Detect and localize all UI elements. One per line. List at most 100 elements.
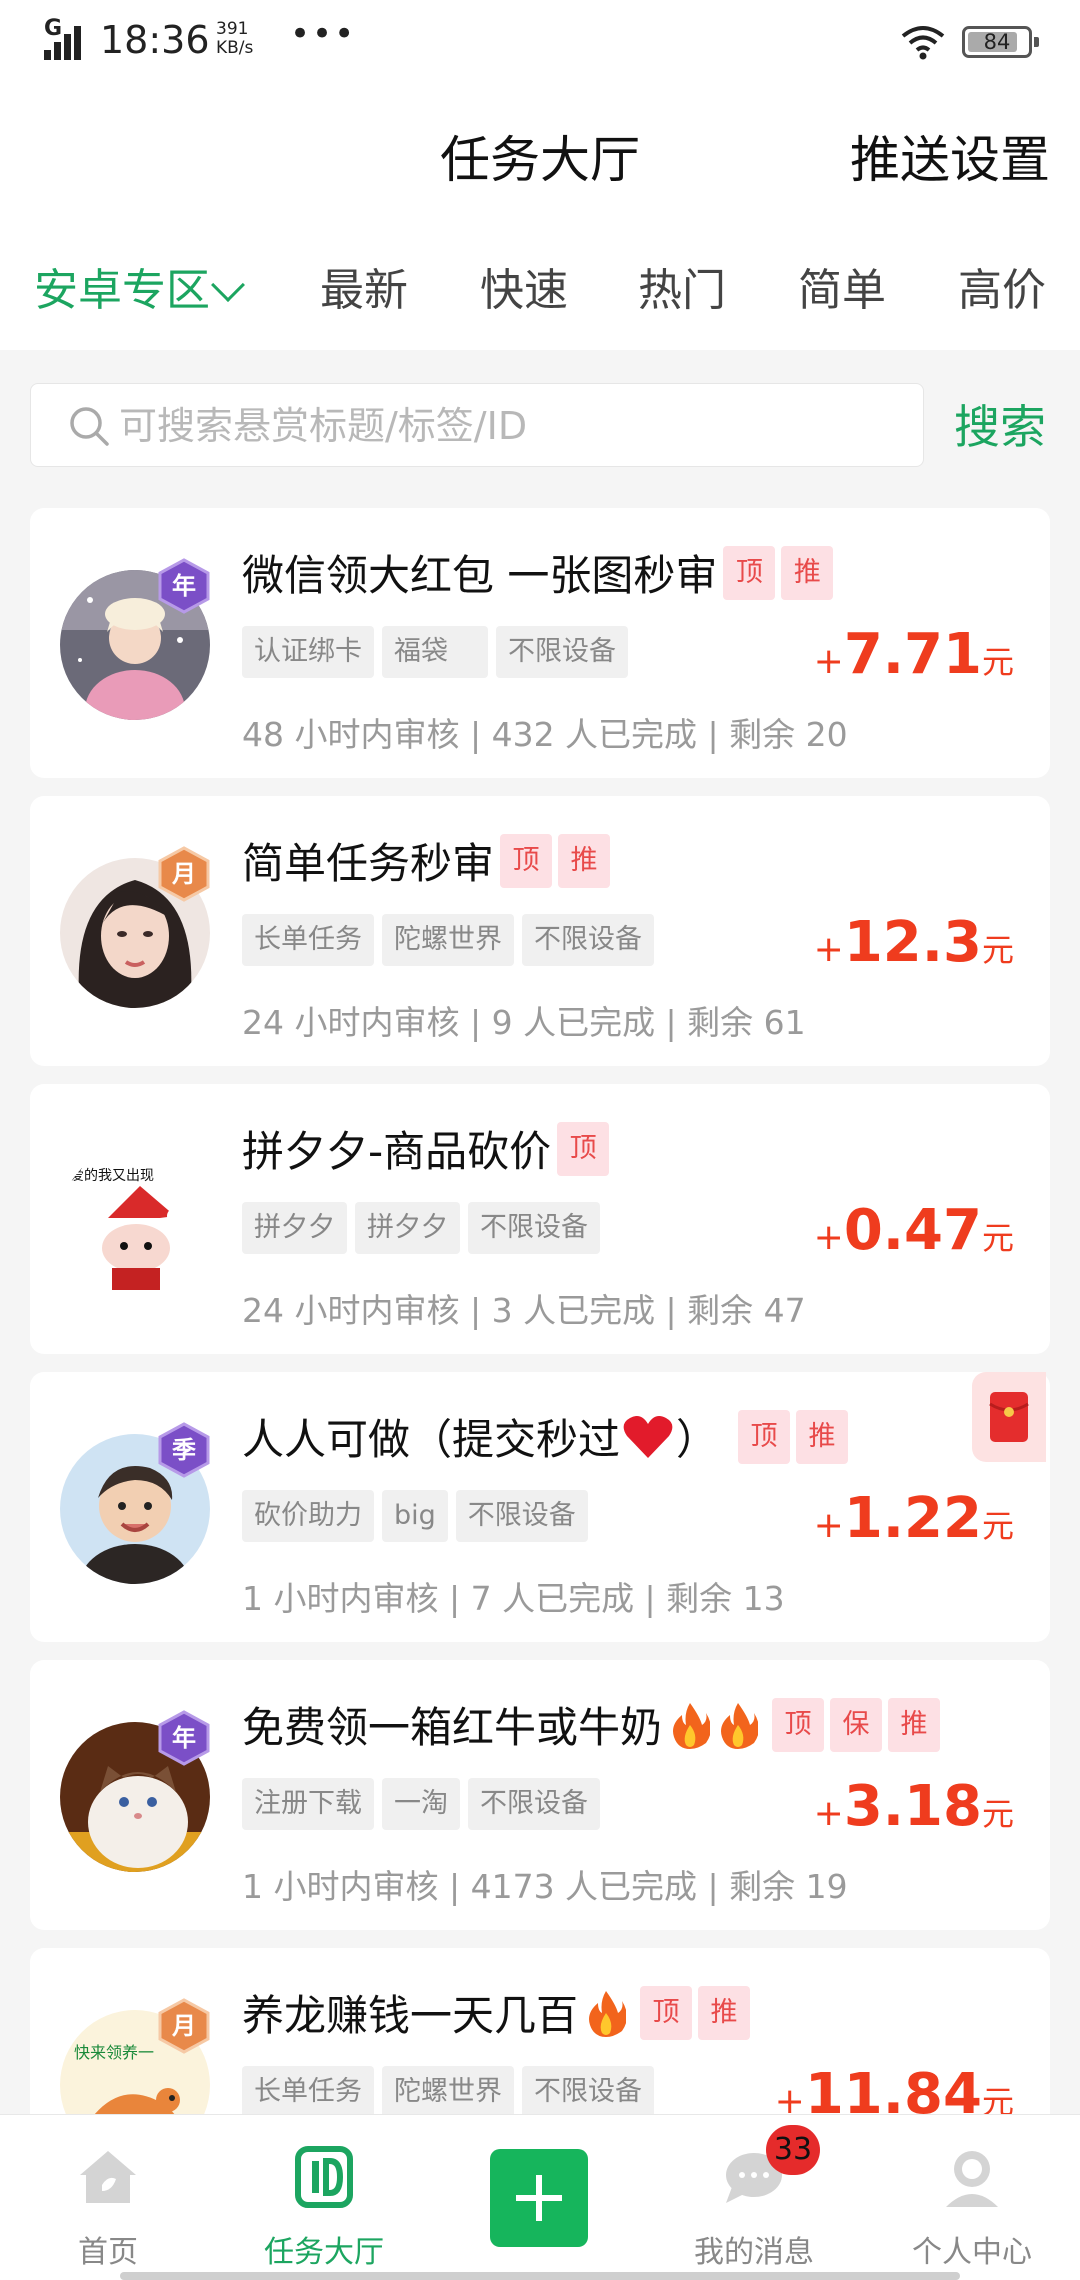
task-card[interactable]: 年 微信领大红包 一张图秒审 顶 推 认证绑卡 福袋 不限设备 +7.71元 4… (30, 508, 1050, 778)
heart-icon (623, 1415, 673, 1458)
tag: 陀螺世界 (382, 914, 514, 966)
flag-recommend: 推 (781, 545, 834, 600)
tag: 砍价助力 (242, 1490, 374, 1542)
tag-list: 拼夕夕 拼夕夕 不限设备 (242, 1202, 608, 1254)
chevron-down-icon (211, 268, 245, 302)
task-card[interactable]: 爱的我又出现 拼夕夕-商品砍价 顶 拼夕夕 拼夕夕 不限设备 +0.47元 24… (30, 1084, 1050, 1354)
red-envelope-icon (989, 1392, 1029, 1442)
tag: 长单任务 (242, 914, 374, 966)
svg-text:快来领养一: 快来领养一 (74, 2043, 154, 2062)
unread-badge: 33 (766, 2125, 820, 2175)
task-card[interactable]: 快来领养一 月 养龙赚钱一天几百 顶 推 长单任务 陀螺世界 不限设备 +11.… (30, 1948, 1050, 2114)
reward-price: +12.3元 (813, 910, 1014, 975)
battery-icon: 84 (962, 26, 1039, 58)
task-meta: 24 小时内审核 | 9 人已完成 | 剩余 61 (242, 1003, 806, 1042)
search-input[interactable] (119, 398, 899, 454)
more-dots-icon: ••• (290, 14, 357, 54)
task-card[interactable]: 年 免费领一箱红牛或牛奶 顶 保 推 注册下载 一淘 不限设备 +3.18元 1… (30, 1660, 1050, 1930)
tag: 一淘 (382, 1778, 460, 1830)
tag: 注册下载 (242, 1778, 374, 1830)
flag-top: 顶 (640, 1985, 693, 2040)
push-settings-button[interactable]: 推送设置 (850, 120, 1050, 192)
bottom-nav: 首页 任务大厅 33 我的消息 个人中心 (0, 2114, 1080, 2280)
member-badge: 月 (156, 1998, 212, 2054)
task-title: 人人可做（提交秒过 ） 顶 推 (242, 1406, 849, 1467)
flag-recommend: 推 (888, 1697, 941, 1752)
tab-high-price[interactable]: 高价 (958, 254, 1046, 318)
reward-price: +7.71元 (813, 622, 1014, 687)
tag-list: 认证绑卡 福袋 不限设备 (242, 626, 636, 678)
reward-price: +1.22元 (813, 1486, 1014, 1551)
tag-list: 长单任务 陀螺世界 不限设备 (242, 914, 662, 966)
tab-fast[interactable]: 快速 (480, 254, 568, 318)
tag: 不限设备 (496, 626, 628, 678)
member-badge: 月 (156, 846, 212, 902)
task-card[interactable]: 季 人人可做（提交秒过 ） 顶 推 砍价助力 big 不限设备 +1.22元 1… (30, 1372, 1050, 1642)
nav-home[interactable]: 首页 (28, 2115, 188, 2280)
tag: 不限设备 (522, 2066, 654, 2114)
fire-icon (673, 1702, 711, 1749)
plus-icon (516, 2175, 562, 2221)
flag-top: 顶 (557, 1121, 610, 1176)
flag-top: 顶 (500, 833, 553, 888)
flag-recommend: 推 (796, 1409, 849, 1464)
flag-top: 顶 (772, 1697, 825, 1752)
reward-price: +11.84元 (774, 2062, 1014, 2114)
tab-hot[interactable]: 热门 (638, 254, 726, 318)
task-title: 养龙赚钱一天几百 顶 推 (242, 1982, 751, 2043)
flag-recommend: 推 (698, 1985, 751, 2040)
home-indicator (120, 2272, 960, 2280)
nav-profile[interactable]: 个人中心 (892, 2115, 1052, 2280)
flag-recommend: 推 (558, 833, 611, 888)
tag: 福袋 (382, 626, 488, 678)
flag-guarantee: 保 (830, 1697, 883, 1752)
tag: 陀螺世界 (382, 2066, 514, 2114)
red-packet-button[interactable] (972, 1372, 1046, 1462)
tab-simple[interactable]: 简单 (798, 254, 886, 318)
nav-task-hall[interactable]: 任务大厅 (244, 2115, 404, 2280)
task-hall-icon (295, 2146, 353, 2208)
publish-task-button[interactable] (490, 2149, 588, 2247)
task-card[interactable]: 月 简单任务秒审 顶 推 长单任务 陀螺世界 不限设备 +12.3元 24 小时… (30, 796, 1050, 1066)
app-header: 任务大厅 推送设置 (0, 80, 1080, 230)
reward-price: +0.47元 (813, 1198, 1014, 1263)
search-row: 搜索 (0, 355, 1080, 475)
svg-text:爱的我又出现: 爱的我又出现 (70, 1168, 154, 1184)
member-badge: 年 (156, 1710, 212, 1766)
tag-list: 长单任务 陀螺世界 不限设备 (242, 2066, 662, 2114)
tag: 不限设备 (468, 1202, 600, 1254)
tab-newest[interactable]: 最新 (320, 254, 408, 318)
tab-android-zone[interactable]: 安卓专区 (34, 254, 245, 318)
wifi-icon (901, 26, 945, 60)
search-box (30, 383, 924, 467)
task-meta: 24 小时内审核 | 3 人已完成 | 剩余 47 (242, 1291, 806, 1330)
member-badge: 季 (156, 1422, 212, 1478)
status-bar: G 18:36 391 KB/s ••• 84 (0, 0, 1080, 80)
category-tabs: 安卓专区 最新 快速 热门 简单 高价 (0, 230, 1080, 350)
tag-list: 砍价助力 big 不限设备 (242, 1490, 596, 1542)
nav-messages[interactable]: 33 我的消息 (674, 2115, 834, 2280)
tag: 拼夕夕 (242, 1202, 347, 1254)
profile-icon (946, 2151, 998, 2207)
fire-icon (721, 1702, 759, 1749)
home-icon (80, 2151, 136, 2203)
search-icon (70, 407, 109, 446)
fire-icon (589, 1990, 627, 2037)
tag: 不限设备 (468, 1778, 600, 1830)
net-speed: 391 KB/s (216, 19, 254, 58)
flag-top: 顶 (723, 545, 776, 600)
tag: 拼夕夕 (355, 1202, 460, 1254)
avatar: 爱的我又出现 (60, 1146, 210, 1296)
task-meta: 48 小时内审核 | 432 人已完成 | 剩余 20 (242, 715, 848, 754)
task-title: 拼夕夕-商品砍价 顶 (242, 1118, 610, 1179)
tag: 认证绑卡 (242, 626, 374, 678)
task-meta: 1 小时内审核 | 4173 人已完成 | 剩余 19 (242, 1867, 848, 1906)
tag: 不限设备 (522, 914, 654, 966)
tag-list: 注册下载 一淘 不限设备 (242, 1778, 608, 1830)
signal-icon: G (44, 16, 92, 60)
task-title: 简单任务秒审 顶 推 (242, 830, 611, 891)
search-button[interactable]: 搜索 (954, 391, 1046, 457)
task-meta: 1 小时内审核 | 7 人已完成 | 剩余 13 (242, 1579, 785, 1618)
tag: 长单任务 (242, 2066, 374, 2114)
task-title: 免费领一箱红牛或牛奶 顶 保 推 (242, 1694, 941, 1755)
